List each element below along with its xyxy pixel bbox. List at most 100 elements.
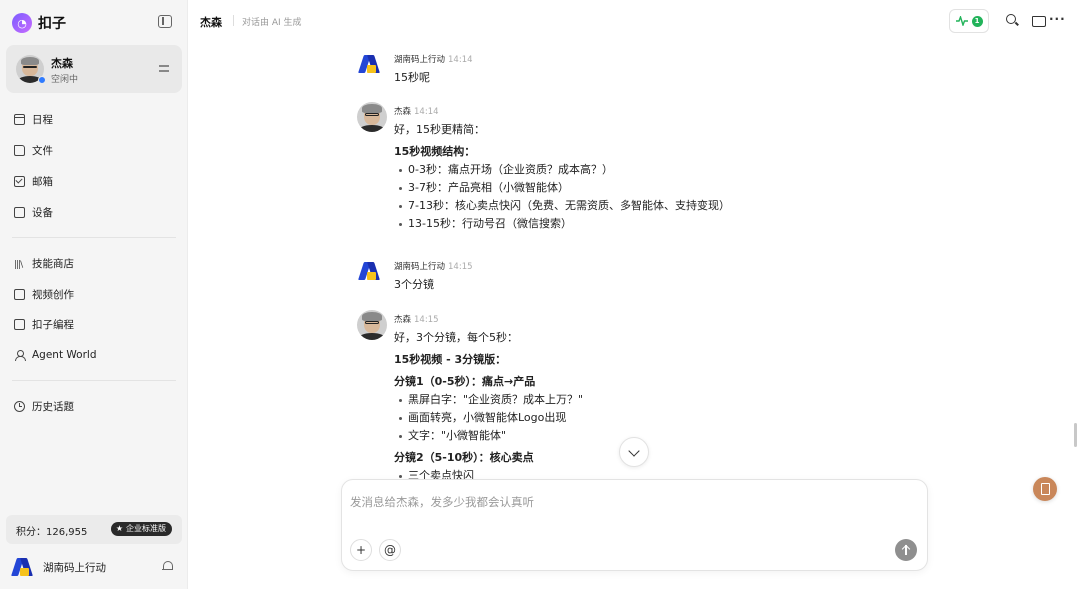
settings-sliders-icon[interactable]: [159, 63, 169, 73]
chat-header: 杰森 对话由 AI 生成 1 ···: [189, 0, 1080, 42]
sidebar-toggle-icon[interactable]: [158, 15, 172, 28]
message-body: 15秒呢: [394, 69, 854, 87]
message-heading: 15秒视频结构：: [394, 145, 476, 158]
sidebar-item-schedule[interactable]: 日程: [14, 111, 53, 127]
message-sender: 杰森: [394, 315, 412, 325]
bullet-list: 0-3秒：痛点开场（企业资质？成本高？） 3-7秒：产品亮相（小微智能体） 7-…: [394, 161, 854, 233]
add-attachment-button[interactable]: +: [350, 539, 372, 561]
star-icon: ★: [115, 524, 123, 533]
app-logo-row: ◔ 扣子: [12, 12, 176, 34]
profile-name: 杰森: [51, 57, 73, 70]
message-body: 3个分镜: [394, 276, 854, 294]
search-icon[interactable]: [1006, 14, 1019, 27]
person-icon: [14, 349, 26, 361]
sidebar-item-devices[interactable]: 设备: [14, 204, 53, 220]
calendar-icon: [14, 113, 25, 125]
sidebar-item-label: 设备: [32, 206, 53, 219]
sidebar-item-label: 技能商店: [32, 257, 74, 270]
message-text: 15秒呢: [394, 71, 430, 84]
list-item: 画面转亮，小微智能体Logo出现: [394, 409, 854, 427]
activity-count-badge: 1: [971, 15, 983, 27]
points-card[interactable]: 积分：126,955 ★ 企业标准版: [6, 515, 182, 544]
list-item: 0-3秒：痛点开场（企业资质？成本高？）: [394, 161, 854, 179]
message-composer: + @: [341, 479, 928, 571]
user-avatar-logo-icon: [358, 54, 383, 74]
profile-status: 空闲中: [51, 75, 79, 85]
sidebar-item-label: 邮箱: [32, 175, 53, 188]
sidebar-item-label: Agent World: [32, 349, 97, 361]
team-name: 湖南码上行动: [43, 561, 106, 574]
message-time: 14:15: [448, 262, 473, 272]
message-time: 14:15: [414, 315, 439, 325]
message-list[interactable]: 湖南码上行动 14:14 15秒呢 杰森 14:14 好，15秒更精简： 15秒视频…: [189, 42, 1080, 479]
message-meta: 湖南码上行动 14:14: [394, 53, 473, 65]
scroll-to-bottom-button[interactable]: [619, 437, 649, 467]
message-intro: 好，3个分镜，每个5秒：: [394, 331, 518, 344]
message-user: 湖南码上行动 14:14 15秒呢: [357, 50, 877, 86]
mention-button[interactable]: @: [379, 539, 401, 561]
plan-badge: ★ 企业标准版: [110, 522, 172, 536]
video-icon: [14, 288, 25, 300]
sidebar-item-label: 扣子编程: [32, 318, 74, 331]
message-intro: 好，15秒更精简：: [394, 123, 485, 136]
at-icon: @: [384, 543, 396, 557]
profile-card[interactable]: 杰森 空闲中: [6, 45, 182, 93]
message-time: 14:14: [448, 55, 473, 65]
message-meta: 杰森 14:15: [394, 313, 439, 325]
section-title: 分镜1（0-5秒）：痛点→产品: [394, 375, 536, 388]
sidebar-item-video-creation[interactable]: 视频创作: [14, 286, 74, 302]
app-name: 扣子: [38, 16, 66, 32]
message-input[interactable]: [350, 490, 910, 514]
chat-title: 杰森: [200, 16, 222, 29]
sidebar-item-skill-store[interactable]: 技能商店: [14, 255, 74, 271]
message-assistant: 杰森 14:14 好，15秒更精简： 15秒视频结构： 0-3秒：痛点开场（企业资…: [357, 102, 877, 232]
sidebar-item-label: 日程: [32, 113, 53, 126]
message-meta: 湖南码上行动 14:15: [394, 260, 473, 272]
list-item: 三个卖点快闪: [394, 467, 854, 479]
list-item: 黑屏白字："企业资质？成本上万？": [394, 391, 854, 409]
sidebar: ◔ 扣子 杰森 空闲中 日程 文件 邮箱 设备 技能商店 视频创作 扣子编程: [0, 0, 188, 589]
code-icon: [14, 318, 25, 330]
user-avatar-logo-icon: [358, 261, 383, 281]
folder-icon[interactable]: [1032, 14, 1046, 27]
bullet-list: 黑屏白字："企业资质？成本上万？" 画面转亮，小微智能体Logo出现 文字："小…: [394, 391, 854, 445]
nav-divider: [12, 237, 176, 238]
more-options-icon[interactable]: ···: [1049, 13, 1065, 27]
send-button[interactable]: [895, 539, 917, 561]
message-sender: 湖南码上行动: [394, 262, 446, 272]
notes-float-button[interactable]: [1033, 477, 1057, 501]
ai-disclaimer: 对话由 AI 生成: [242, 18, 302, 28]
message-text: 3个分镜: [394, 278, 434, 291]
avatar: [357, 310, 387, 340]
history-icon: [14, 400, 25, 412]
message-sender: 杰森: [394, 107, 412, 117]
plus-icon: +: [355, 543, 367, 557]
sidebar-item-history[interactable]: 历史话题: [14, 398, 74, 414]
sidebar-item-files[interactable]: 文件: [14, 142, 53, 158]
app-logo-icon: ◔: [12, 13, 32, 33]
team-logo-icon: [11, 557, 36, 577]
message-time: 14:14: [414, 107, 439, 117]
bullet-list: 三个卖点快闪: [394, 467, 854, 479]
plan-badge-label: 企业标准版: [126, 524, 166, 533]
message-sender: 湖南码上行动: [394, 55, 446, 65]
message-user: 湖南码上行动 14:15 3个分镜: [357, 257, 877, 293]
activity-pulse-icon: [955, 16, 968, 26]
sidebar-item-agent-world[interactable]: Agent World: [14, 347, 97, 363]
avatar: [357, 102, 387, 132]
list-item: 13-15秒：行动号召（微信搜索）: [394, 215, 854, 233]
message-assistant: 杰森 14:15 好，3个分镜，每个5秒： 15秒视频 - 3分镜版： 分镜1（0…: [357, 310, 877, 479]
points-value: 积分：126,955: [16, 527, 88, 538]
sidebar-item-mail[interactable]: 邮箱: [14, 173, 53, 189]
scrollbar-thumb[interactable]: [1074, 423, 1077, 447]
library-icon: [14, 258, 25, 269]
folder-icon: [14, 144, 25, 156]
team-switcher[interactable]: 湖南码上行动: [11, 557, 176, 577]
sidebar-item-coding[interactable]: 扣子编程: [14, 316, 74, 332]
header-divider: [233, 15, 234, 26]
device-icon: [14, 206, 25, 218]
activity-button[interactable]: 1: [949, 9, 989, 33]
bell-icon[interactable]: [162, 561, 173, 572]
mail-icon: [14, 175, 25, 187]
sidebar-item-label: 文件: [32, 144, 53, 157]
